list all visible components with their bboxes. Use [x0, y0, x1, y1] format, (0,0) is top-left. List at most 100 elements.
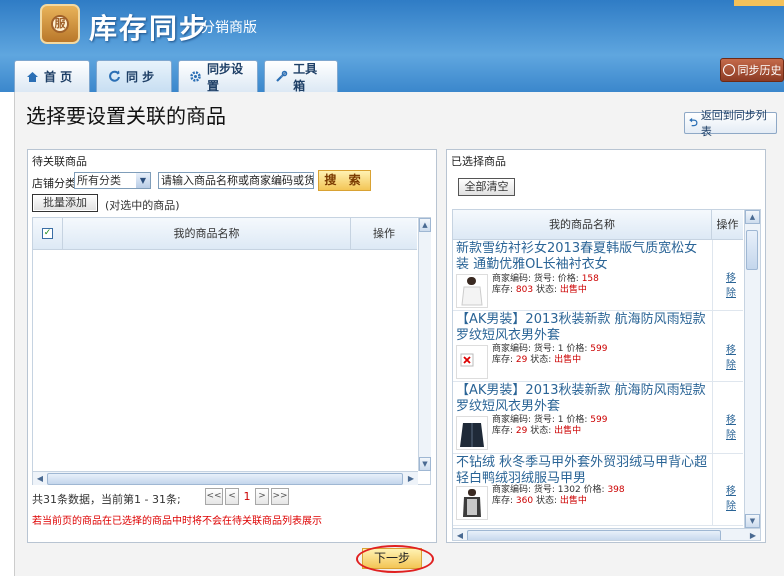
clock-icon [722, 64, 735, 76]
tab-label: 同步设置 [207, 61, 244, 93]
pending-products-grid: ✓ 我的商品名称 操作 ▲ ▼ ◀ ▶ [32, 217, 431, 485]
back-label: 返回到同步列表 [700, 109, 767, 138]
meta-stock-label: 库存: [492, 426, 516, 436]
product-name-link[interactable]: 【AK男装】2013秋装新款 航海防风雨短款罗纹短风衣男外套 [456, 312, 710, 344]
category-label: 店铺分类 [32, 177, 76, 190]
product-meta-line-2: 库存: 360 状态: 出售中 [492, 496, 587, 507]
vertical-scrollbar[interactable]: ▲ ▼ [744, 210, 760, 528]
scroll-right-icon[interactable]: ▶ [746, 529, 760, 540]
selected-products-grid: 我的商品名称 操作 新款雪纺衬衫女2013春夏韩版气质宽松女装 通勤优雅OL长袖… [452, 209, 761, 541]
dark-jacket-image[interactable] [456, 416, 488, 450]
tab-sync-settings[interactable]: 同步设置 [178, 60, 258, 93]
current-page: 1 [243, 490, 251, 503]
product-stock: 29 [515, 426, 528, 436]
sync-history-label: 同步历史 [737, 64, 782, 77]
scroll-down-icon[interactable]: ▼ [745, 514, 760, 528]
batch-note: (对选中的商品) [105, 199, 180, 212]
pagination: << < 1 > >> [205, 488, 289, 505]
vest-image[interactable] [456, 486, 488, 520]
page-title: 选择要设置关联的商品 [26, 104, 226, 128]
scroll-up-icon[interactable]: ▲ [745, 210, 760, 224]
row-divider [712, 311, 713, 381]
logo-badge: 服 [51, 15, 69, 33]
gear-icon [189, 70, 202, 84]
product-name-link[interactable]: 不钻绒 秋冬季马甲外套外贸羽绒马甲背心超轻白鸭绒羽绒服马甲男 [456, 455, 710, 487]
horizontal-scrollbar[interactable]: ◀ ▶ [33, 471, 418, 485]
product-row: 新款雪纺衬衫女2013春夏韩版气质宽松女装 通勤优雅OL长袖衬衣女 商家编码: … [453, 240, 743, 311]
header-accent-strip [734, 0, 784, 6]
select-all-cell: ✓ [33, 218, 63, 250]
category-select[interactable]: 所有分类 ▼ [74, 172, 151, 189]
tab-sync[interactable]: 同 步 [96, 60, 172, 92]
app-logo: 服 [40, 4, 80, 44]
search-input[interactable]: 请输入商品名称或商家编码或货号 [158, 172, 314, 189]
app-subtitle: 分销商版 [201, 20, 257, 36]
meta-status-label: 状态: [533, 285, 560, 295]
meta-stock-label: 库存: [492, 496, 516, 506]
row-divider [712, 382, 713, 453]
scroll-right-icon[interactable]: ▶ [404, 472, 418, 486]
row-divider [712, 454, 713, 525]
next-page-button[interactable]: > [255, 488, 269, 505]
batch-add-button[interactable]: 批量添加 [32, 194, 98, 212]
horizontal-scroll-thumb[interactable] [467, 530, 721, 540]
remove-link[interactable]: 移除 [726, 341, 743, 371]
grid-header: 我的商品名称 操作 [453, 210, 743, 240]
remove-link[interactable]: 移除 [726, 411, 743, 441]
vertical-scrollbar[interactable]: ▲ ▼ [418, 218, 431, 471]
prev-page-button[interactable]: < [225, 488, 239, 505]
product-row: 【AK男装】2013秋装新款 航海防风雨短款罗纹短风衣男外套 商家编码: 货号:… [453, 311, 743, 382]
meta-codes: 商家编码: 货号: 1 价格: [492, 415, 591, 425]
column-action: 操作 [373, 227, 395, 240]
last-page-button[interactable]: >> [271, 488, 289, 505]
tab-label: 同 步 [126, 70, 155, 84]
home-icon [25, 70, 39, 84]
scroll-left-icon[interactable]: ◀ [33, 472, 47, 486]
scroll-up-icon[interactable]: ▲ [419, 218, 431, 232]
meta-status-label: 状态: [527, 426, 555, 436]
horizontal-scroll-thumb[interactable] [47, 473, 403, 485]
pending-notice: 若当前页的商品在已选择的商品中时将不会在待关联商品列表展示 [32, 516, 322, 527]
product-status: 出售中 [559, 285, 587, 295]
tab-label: 工具箱 [293, 61, 318, 93]
tab-toolbox[interactable]: 工具箱 [264, 60, 338, 93]
remove-link[interactable]: 移除 [726, 482, 743, 512]
tools-icon [275, 70, 288, 84]
select-all-checkbox[interactable]: ✓ [42, 228, 53, 239]
product-price: 398 [607, 485, 625, 495]
product-meta-line-2: 库存: 803 状态: 出售中 [492, 285, 587, 296]
broken-image-icon[interactable] [456, 345, 488, 379]
column-product-name: 我的商品名称 [63, 218, 351, 250]
clear-all-button[interactable]: 全部清空 [458, 178, 515, 196]
product-row: 【AK男装】2013秋装新款 航海防风雨短款罗纹短风衣男外套 商家编码: 货号:… [453, 382, 743, 454]
white-shirt-image[interactable] [456, 274, 488, 308]
product-status: 出售中 [554, 426, 582, 436]
column-product-name: 我的商品名称 [453, 210, 712, 240]
sync-history-button[interactable]: 同步历史 [720, 58, 784, 82]
product-name-link[interactable]: 新款雪纺衬衫女2013春夏韩版气质宽松女装 通勤优雅OL长袖衬衣女 [456, 241, 710, 273]
remove-link[interactable]: 移除 [726, 269, 743, 299]
grid-header: ✓ 我的商品名称 操作 [33, 218, 417, 250]
scroll-left-icon[interactable]: ◀ [453, 529, 467, 540]
product-status: 出售中 [559, 496, 587, 506]
product-meta-line-1: 商家编码: 货号: 1 价格: 599 [492, 415, 607, 426]
pager-info: 共31条数据，当前第1 - 31条; [32, 493, 181, 506]
meta-stock-label: 库存: [492, 355, 516, 365]
product-meta-line-1: 商家编码: 货号: 价格: 158 [492, 274, 599, 285]
product-price: 158 [581, 274, 599, 284]
horizontal-scrollbar[interactable]: ◀ ▶ [453, 528, 760, 540]
meta-codes: 商家编码: 货号: 价格: [492, 274, 582, 284]
product-name-link[interactable]: 【AK男装】2013秋装新款 航海防风雨短款罗纹短风衣男外套 [456, 383, 710, 415]
scroll-thumb[interactable] [746, 230, 758, 270]
vertical-scroll-thumb[interactable] [746, 230, 758, 270]
back-to-sync-list-button[interactable]: ⮌ 返回到同步列表 [684, 109, 777, 138]
meta-stock-label: 库存: [492, 285, 516, 295]
meta-codes: 商家编码: 货号: 1302 价格: [492, 485, 608, 495]
meta-status-label: 状态: [533, 496, 560, 506]
first-page-button[interactable]: << [205, 488, 223, 505]
search-button[interactable]: 搜 索 [318, 170, 371, 191]
tab-home[interactable]: 首 页 [14, 60, 90, 92]
panel-title: 待关联商品 [32, 155, 87, 168]
product-meta-line-2: 库存: 29 状态: 出售中 [492, 355, 581, 366]
scroll-down-icon[interactable]: ▼ [419, 457, 431, 471]
